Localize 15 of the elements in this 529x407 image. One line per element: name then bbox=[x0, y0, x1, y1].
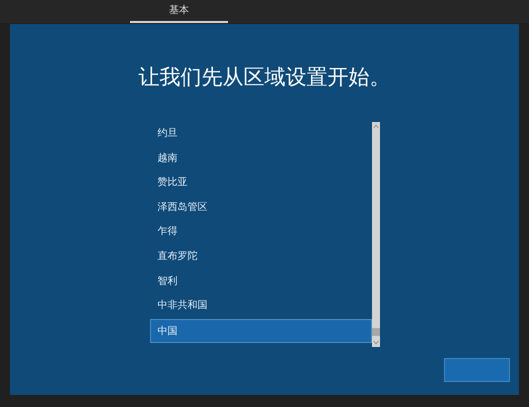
region-item[interactable]: 中非共和国 bbox=[150, 294, 372, 319]
scroll-up-icon[interactable] bbox=[372, 124, 378, 129]
page-title: 让我们先从区域设置开始。 bbox=[138, 64, 390, 90]
region-item[interactable]: 约旦 bbox=[150, 122, 372, 147]
region-item[interactable]: 智利 bbox=[150, 270, 372, 294]
region-item[interactable]: 直布罗陀 bbox=[150, 244, 372, 270]
region-item[interactable]: 赞比亚 bbox=[150, 171, 372, 196]
scrollbar[interactable] bbox=[372, 122, 380, 347]
scroll-down-icon[interactable] bbox=[372, 340, 378, 345]
region-item[interactable]: 泽西岛管区 bbox=[150, 196, 372, 220]
next-button[interactable] bbox=[444, 358, 510, 382]
region-item[interactable]: 越南 bbox=[150, 146, 372, 172]
region-item[interactable]: 中国 bbox=[150, 318, 372, 344]
region-list[interactable]: 约旦 越南 赞比亚 泽西岛管区 乍得 直布罗陀 智利 中非共和国 中国 bbox=[150, 122, 372, 347]
region-item[interactable]: 乍得 bbox=[150, 220, 372, 245]
